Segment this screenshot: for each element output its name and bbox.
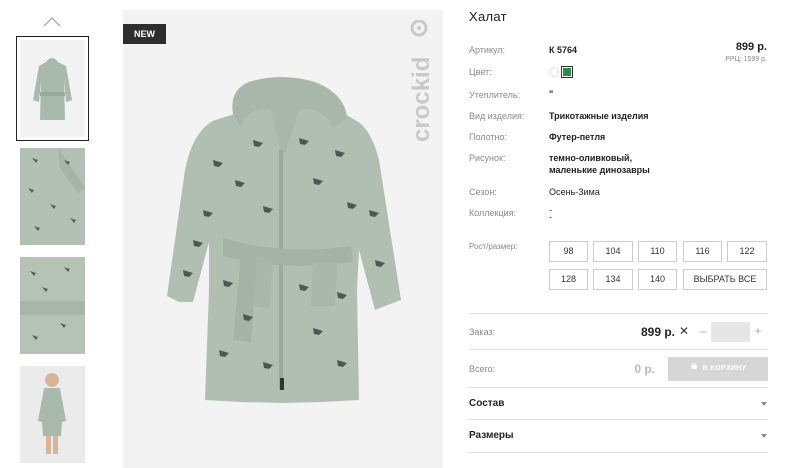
attr-value-insulation: " (549, 89, 554, 99)
attr-value-pattern-line2: маленькие динозавры (549, 165, 650, 175)
order-price: 899 р. (640, 325, 675, 339)
product-price: 899 р. (735, 41, 767, 53)
attr-value-fabric: Футер-петля (549, 132, 606, 142)
select-all-sizes-button[interactable]: ВЫБРАТЬ ВСЕ (683, 269, 767, 290)
size-button-104[interactable]: 104 (593, 241, 633, 262)
chevron-down-icon (761, 434, 767, 438)
attr-label-size: Рост/размер: (469, 242, 518, 251)
size-button-134[interactable]: 134 (593, 269, 633, 290)
size-button-110[interactable]: 110 (638, 241, 677, 262)
size-button-128[interactable]: 128 (549, 269, 588, 290)
attr-value-season: Осень-Зима (549, 187, 600, 197)
accordion-sizes-title: Размеры (469, 430, 514, 441)
accordion-composition[interactable]: Состав (469, 395, 768, 415)
divider (469, 387, 768, 388)
increase-quantity-button[interactable]: + (752, 324, 764, 338)
divider (469, 313, 768, 314)
color-swatch-white[interactable] (549, 67, 559, 77)
divider (469, 452, 768, 453)
size-button-98[interactable]: 98 (549, 241, 588, 262)
robe-image (167, 77, 401, 403)
cart-icon (690, 357, 698, 381)
accordion-composition-title: Состав (469, 398, 505, 409)
thumbnail-robe-detail-1[interactable] (20, 148, 85, 245)
total-price: 0 р. (634, 362, 655, 376)
divider (469, 349, 768, 350)
add-to-cart-button[interactable]: В КОРЗИНУ (668, 357, 768, 381)
attr-label-product-type: Вид изделия: (469, 111, 525, 121)
size-button-140[interactable]: 140 (638, 269, 677, 290)
attr-value-article: К 5764 (549, 45, 578, 55)
thumbnail-child-wearing-robe[interactable] (20, 366, 85, 463)
thumbnail-gallery (0, 0, 100, 468)
size-button-116[interactable]: 116 (683, 241, 722, 262)
attr-value-pattern-line1: темно-оливковый, (549, 153, 633, 163)
divider (469, 419, 768, 420)
color-swatch-green[interactable] (561, 66, 573, 78)
attr-label-season: Сезон: (469, 187, 497, 197)
order-label: Заказ: (469, 327, 496, 337)
size-button-122[interactable]: 122 (727, 241, 767, 262)
accordion-sizes[interactable]: Размеры (469, 427, 768, 447)
product-title: Халат (469, 9, 507, 24)
thumbnail-robe-detail-2[interactable] (20, 257, 85, 354)
attr-label-pattern: Рисунок: (469, 153, 506, 163)
attr-label-color: Цвет: (469, 67, 492, 77)
remove-order-icon[interactable]: ✕ (679, 324, 689, 338)
recommended-retail-price: РРЦ: 1599 р. (725, 56, 767, 63)
quantity-input[interactable] (711, 322, 750, 342)
decrease-quantity-button[interactable]: – (697, 324, 709, 338)
attr-label-article: Артикул: (469, 45, 506, 55)
total-label: Всего: (469, 364, 496, 374)
attr-value-collection-line2: - (549, 212, 552, 222)
attr-value-product-type: Трикотажные изделия (549, 111, 649, 121)
attr-label-fabric: Полотно: (469, 132, 508, 142)
attr-label-collection: Коллекция: (469, 208, 517, 218)
attr-label-insulation: Утеплитель: (469, 90, 521, 100)
chevron-down-icon (761, 402, 767, 406)
add-to-cart-label: В КОРЗИНУ (702, 365, 747, 372)
thumbnail-robe-front[interactable] (16, 36, 89, 141)
chevron-up-icon[interactable] (42, 14, 62, 28)
product-main-image[interactable]: NEW crockid (123, 10, 443, 468)
